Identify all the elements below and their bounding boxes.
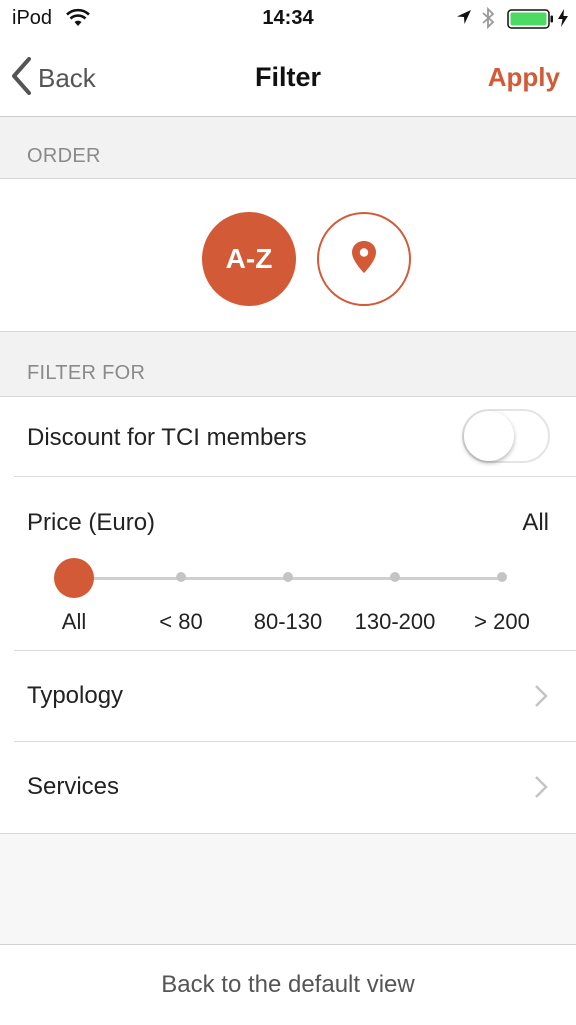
- status-bar: iPod 14:34: [0, 0, 576, 38]
- price-slider-stop[interactable]: [283, 572, 293, 582]
- price-option-label: > 200: [474, 609, 530, 634]
- price-slider-stop[interactable]: [176, 572, 186, 582]
- apply-button[interactable]: Apply: [488, 62, 560, 93]
- order-header-label: ORDER: [27, 145, 101, 167]
- price-option-label: 80-130: [253, 609, 323, 634]
- order-options: A-Z: [0, 179, 576, 332]
- price-slider-stop[interactable]: [390, 572, 400, 582]
- sort-by-location-button[interactable]: [317, 212, 411, 306]
- price-slider-thumb[interactable]: [54, 558, 94, 598]
- filter-list: Discount for TCI members Price (Euro) Al…: [0, 397, 576, 834]
- typology-label: Typology: [27, 682, 124, 709]
- toggle-knob: [464, 411, 514, 461]
- price-label: Price (Euro): [27, 509, 156, 536]
- discount-label: Discount for TCI members: [27, 424, 307, 451]
- chevron-right-icon: [534, 684, 548, 713]
- price-option-label: 130-200: [354, 609, 436, 634]
- navigation-bar: Back Filter Apply: [0, 38, 576, 117]
- filter-section-header: FILTER FOR: [0, 332, 576, 397]
- price-option-label: All: [61, 609, 87, 634]
- map-pin-icon: [351, 240, 377, 279]
- bluetooth-icon: [481, 6, 495, 35]
- services-row[interactable]: Services: [0, 742, 576, 832]
- filter-header-label: FILTER FOR: [27, 362, 146, 384]
- battery-icon: [507, 9, 555, 34]
- price-option-label: < 80: [159, 609, 203, 634]
- footer-bar: Back to the default view: [0, 944, 576, 1025]
- price-slider-stop[interactable]: [497, 572, 507, 582]
- typology-row[interactable]: Typology: [0, 651, 576, 741]
- discount-row: Discount for TCI members: [0, 397, 576, 476]
- price-value: All: [522, 509, 549, 536]
- discount-toggle[interactable]: [462, 409, 550, 463]
- charging-icon: [557, 8, 569, 33]
- chevron-right-icon: [534, 775, 548, 804]
- services-label: Services: [27, 773, 120, 800]
- sort-az-button[interactable]: A-Z: [202, 212, 296, 306]
- reset-default-view-button[interactable]: Back to the default view: [0, 971, 576, 999]
- order-section-header: ORDER: [0, 117, 576, 179]
- location-arrow-icon: [455, 8, 473, 31]
